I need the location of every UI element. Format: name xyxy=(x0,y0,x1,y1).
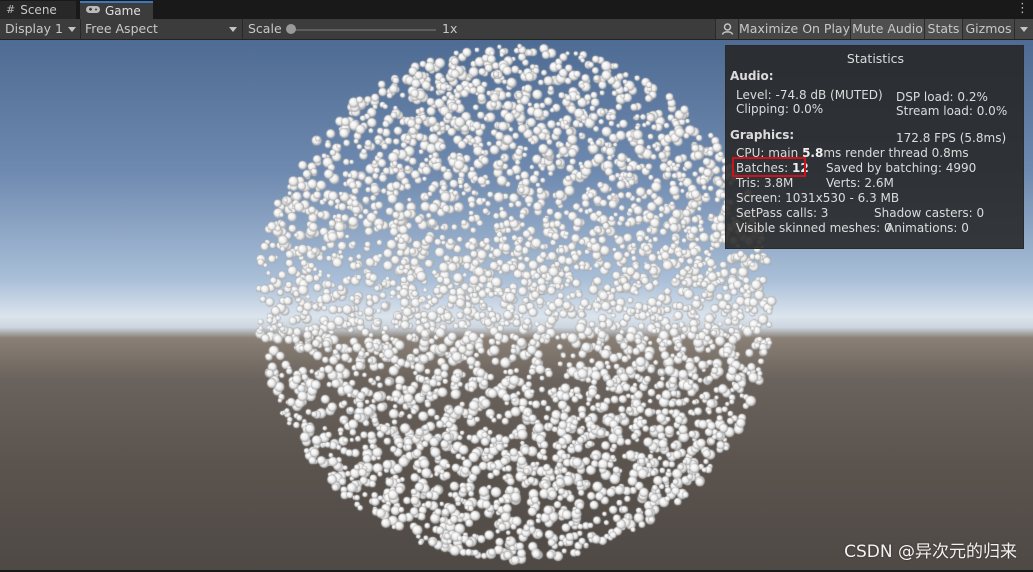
speaker-icon xyxy=(721,23,733,35)
divider xyxy=(242,19,243,39)
tab-scene[interactable]: # Scene xyxy=(0,1,76,19)
scale-label: Scale xyxy=(248,21,282,36)
screen-info: Screen: 1031x530 - 6.3 MB xyxy=(736,191,900,205)
statistics-panel: Statistics Audio: Level: -74.8 dB (MUTED… xyxy=(725,45,1024,249)
statistics-title: Statistics xyxy=(846,51,905,66)
chevron-down-icon xyxy=(1020,27,1028,32)
setpass-calls: SetPass calls: 3 xyxy=(736,206,829,220)
gizmos-label: Gizmos xyxy=(965,21,1012,36)
display-dropdown-label: Display 1 xyxy=(5,21,64,36)
shadow-casters: Shadow casters: 0 xyxy=(874,206,985,220)
scale-slider[interactable] xyxy=(290,29,436,31)
tab-game-label: Game xyxy=(105,4,141,18)
more-options-icon[interactable]: ⋮ xyxy=(1016,1,1029,17)
dsp-load: DSP load: 0.2% xyxy=(896,90,988,104)
divider xyxy=(80,19,81,39)
batches-highlight-box xyxy=(732,157,806,177)
gamepad-icon xyxy=(86,2,100,20)
maximize-on-play-button[interactable]: Maximize On Play xyxy=(738,19,850,39)
audio-level: Level: -74.8 dB (MUTED) xyxy=(736,88,883,102)
scale-value: 1x xyxy=(442,21,458,36)
chevron-down-icon xyxy=(68,27,76,32)
cpu-suffix: ms render thread 0.8ms xyxy=(823,146,969,160)
gizmos-dropdown[interactable] xyxy=(1014,19,1033,39)
fps: 172.8 FPS (5.8ms) xyxy=(896,131,1007,145)
tab-game[interactable]: Game xyxy=(80,1,153,19)
audio-icon-button[interactable] xyxy=(715,19,738,39)
gizmos-button[interactable]: Gizmos xyxy=(962,19,1014,39)
display-dropdown[interactable]: Display 1 xyxy=(5,19,63,39)
aspect-dropdown-label: Free Aspect xyxy=(85,21,158,36)
aspect-dropdown[interactable]: Free Aspect xyxy=(85,19,158,39)
scale-slider-handle[interactable] xyxy=(286,24,296,34)
audio-header: Audio: xyxy=(730,69,774,83)
mute-audio-label: Mute Audio xyxy=(852,21,923,36)
maximize-on-play-label: Maximize On Play xyxy=(739,21,850,36)
grid-icon: # xyxy=(6,3,16,16)
verts: Verts: 2.6M xyxy=(826,176,894,190)
animations: Animations: 0 xyxy=(886,221,969,235)
stats-button[interactable]: Stats xyxy=(924,19,962,39)
game-toolbar: Display 1 Free Aspect Scale 1x Maximize … xyxy=(0,19,1033,40)
tab-scene-label: Scene xyxy=(20,3,57,17)
stats-label: Stats xyxy=(927,21,960,36)
stream-load: Stream load: 0.0% xyxy=(896,104,1008,118)
watermark: CSDN @异次元的归来 xyxy=(844,542,1017,562)
chevron-down-icon xyxy=(229,27,237,32)
tab-bar: # Scene Game ⋮ xyxy=(0,0,1033,19)
graphics-header: Graphics: xyxy=(730,128,795,142)
tris: Tris: 3.8M xyxy=(736,176,794,190)
visible-skinned-meshes: Visible skinned meshes: 0 xyxy=(736,221,892,235)
clipping: Clipping: 0.0% xyxy=(736,102,824,116)
saved-by-batching: Saved by batching: 4990 xyxy=(826,161,977,175)
mute-audio-button[interactable]: Mute Audio xyxy=(850,19,924,39)
